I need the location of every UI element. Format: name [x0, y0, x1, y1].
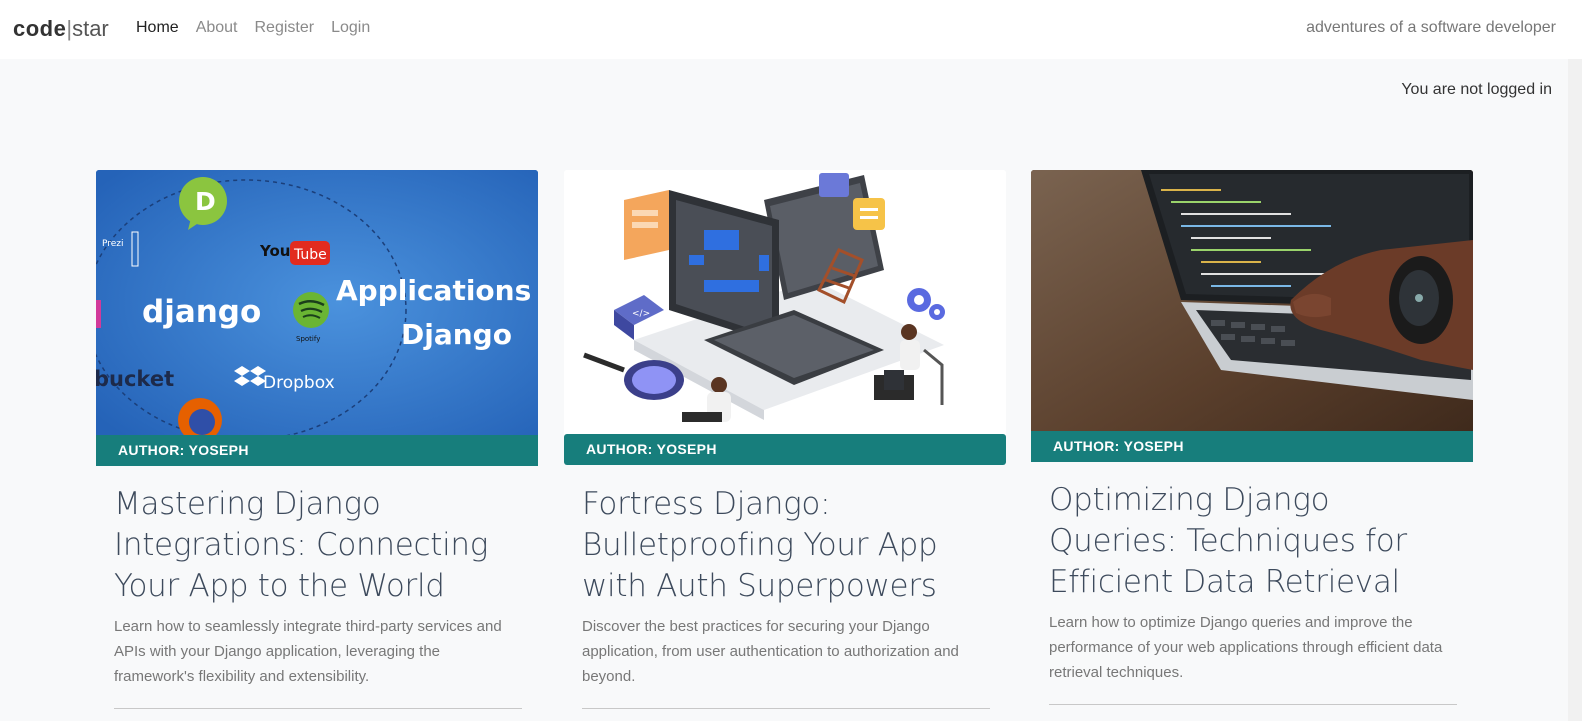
brand-light: star	[72, 16, 109, 41]
post-divider	[582, 708, 990, 709]
post-image-queries[interactable]	[1031, 170, 1473, 431]
post-title[interactable]: Optimizing Django Queries: Techniques fo…	[1049, 480, 1459, 603]
spotify-icon	[293, 292, 329, 328]
post-card[interactable]: AUTHOR: YOSEPH Optimizing Django Queries…	[1031, 170, 1473, 705]
nav-home[interactable]: Home	[136, 18, 179, 38]
svg-text:Applications: Applications	[336, 274, 531, 307]
post-card[interactable]: D Prezi You Tube django Spotify Applicat…	[96, 170, 538, 709]
svg-text:D: D	[195, 187, 216, 216]
post-excerpt: Learn how to seamlessly integrate third-…	[114, 618, 502, 685]
post-divider	[1049, 704, 1457, 705]
author-badge: AUTHOR: YOSEPH	[564, 434, 1006, 465]
post-title[interactable]: Mastering Django Integrations: Connectin…	[114, 484, 524, 607]
svg-text:Spotify: Spotify	[296, 335, 320, 343]
page-scrollbar[interactable]	[1568, 59, 1582, 721]
post-image-integrations[interactable]: D Prezi You Tube django Spotify Applicat…	[96, 170, 538, 435]
svg-text:You: You	[259, 242, 290, 260]
post-image-auth[interactable]: </>	[564, 170, 1006, 435]
svg-text:Dropbox: Dropbox	[263, 373, 335, 393]
navbar: code|star Home About Register Login adve…	[0, 0, 1582, 59]
post-excerpt: Discover the best practices for securing…	[582, 618, 959, 685]
svg-text:Prezi: Prezi	[102, 239, 124, 249]
nav-links: Home About Register Login	[136, 18, 370, 38]
svg-text:Django: Django	[401, 318, 512, 351]
post-excerpt: Learn how to optimize Django queries and…	[1049, 614, 1443, 681]
author-badge: AUTHOR: YOSEPH	[96, 435, 538, 466]
author-badge: AUTHOR: YOSEPH	[1031, 431, 1473, 462]
post-title[interactable]: Fortress Django: Bulletproofing Your App…	[582, 484, 992, 607]
laptop-photo	[1031, 170, 1473, 431]
nav-about[interactable]: About	[196, 18, 238, 38]
svg-text:django: django	[142, 294, 261, 330]
nav-register[interactable]: Register	[255, 18, 315, 38]
nav-login[interactable]: Login	[331, 18, 370, 38]
post-card[interactable]: </> AUTHOR: YOSEPH Fortress Django: Bull…	[564, 170, 1006, 709]
brand-bold: code	[13, 16, 67, 41]
svg-text:</>: </>	[632, 309, 650, 319]
site-tagline: adventures of a software developer	[1306, 19, 1556, 36]
post-divider	[114, 708, 522, 709]
integrations-illustration: D Prezi You Tube django Spotify Applicat…	[96, 170, 538, 435]
brand-logo[interactable]: code|star	[13, 16, 109, 42]
svg-text:Tube: Tube	[293, 247, 327, 263]
login-status: You are not logged in	[1401, 81, 1552, 98]
auth-illustration: </>	[564, 170, 1006, 435]
svg-text:bucket: bucket	[96, 367, 174, 391]
